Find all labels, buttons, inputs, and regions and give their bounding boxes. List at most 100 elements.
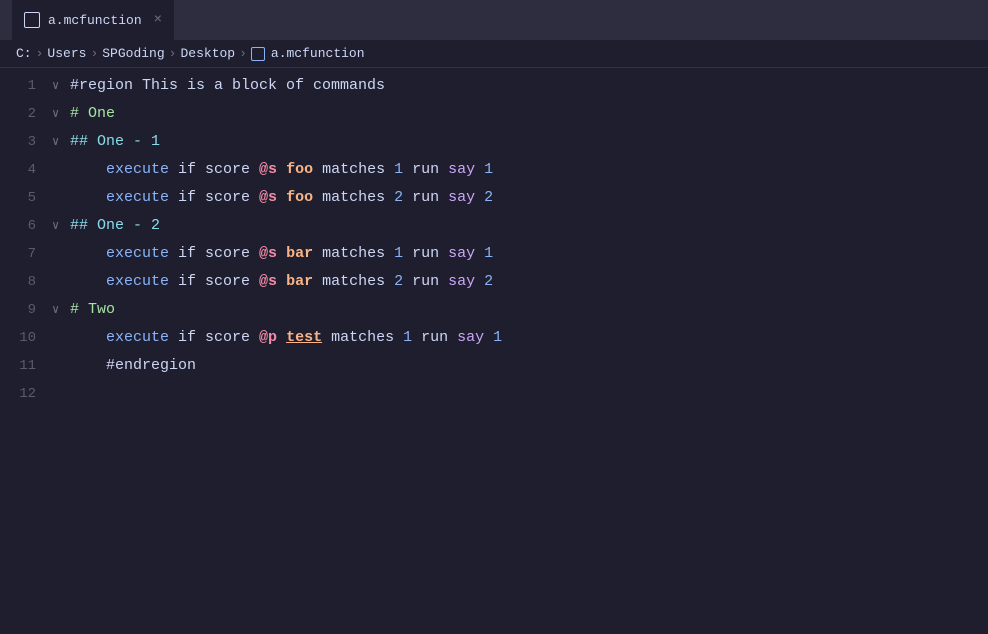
editor: 1∨#region This is a block of commands2∨#… — [0, 68, 988, 634]
line-number: 4 — [0, 157, 52, 183]
title-bar: a.mcfunction × — [0, 0, 988, 40]
token — [475, 161, 484, 178]
token: if score — [169, 245, 259, 262]
token: run — [403, 273, 448, 290]
breadcrumb-sep-2: › — [90, 46, 98, 61]
line-number: 2 — [0, 101, 52, 127]
token: ## One - 2 — [70, 217, 160, 234]
editor-line: 11 #endregion — [0, 352, 988, 380]
token: 1 — [484, 245, 493, 262]
breadcrumb-c: C: — [16, 46, 32, 61]
line-content: execute if score @s bar matches 1 run sa… — [70, 241, 988, 267]
token: run — [412, 329, 457, 346]
token: foo — [286, 161, 313, 178]
token: execute — [70, 245, 169, 262]
line-number: 12 — [0, 381, 52, 407]
editor-line: 8 execute if score @s bar matches 2 run … — [0, 268, 988, 296]
breadcrumb-spgoding: SPGoding — [102, 46, 164, 61]
token: 1 — [394, 161, 403, 178]
fold-arrow[interactable]: ∨ — [52, 297, 70, 323]
token: 2 — [394, 273, 403, 290]
line-number: 1 — [0, 73, 52, 99]
line-number: 8 — [0, 269, 52, 295]
token: #endregion — [70, 357, 196, 374]
editor-line: 10 execute if score @p test matches 1 ru… — [0, 324, 988, 352]
token: test — [286, 329, 322, 346]
token: say — [457, 329, 484, 346]
breadcrumb-file-icon — [251, 47, 265, 61]
token: matches — [313, 189, 394, 206]
tab-close-button[interactable]: × — [154, 12, 162, 28]
token: @s — [259, 189, 277, 206]
token: matches — [313, 245, 394, 262]
line-content: execute if score @s foo matches 1 run sa… — [70, 157, 988, 183]
token — [277, 329, 286, 346]
line-number: 10 — [0, 325, 52, 351]
editor-line: 7 execute if score @s bar matches 1 run … — [0, 240, 988, 268]
token — [484, 329, 493, 346]
token: 1 — [394, 245, 403, 262]
token: execute — [70, 329, 169, 346]
editor-tab[interactable]: a.mcfunction × — [12, 0, 174, 40]
token — [475, 189, 484, 206]
token: ## One - 1 — [70, 133, 160, 150]
fold-arrow[interactable]: ∨ — [52, 101, 70, 127]
breadcrumb-sep-4: › — [239, 46, 247, 61]
token: say — [448, 189, 475, 206]
token: run — [403, 189, 448, 206]
editor-line: 5 execute if score @s foo matches 2 run … — [0, 184, 988, 212]
token: say — [448, 245, 475, 262]
token: #region This is a block of commands — [70, 77, 385, 94]
token — [475, 245, 484, 262]
token: 2 — [394, 189, 403, 206]
token: 1 — [484, 161, 493, 178]
breadcrumb-filename: a.mcfunction — [271, 46, 365, 61]
line-number: 6 — [0, 213, 52, 239]
token: 1 — [493, 329, 502, 346]
editor-line: 2∨# One — [0, 100, 988, 128]
fold-arrow[interactable]: ∨ — [52, 73, 70, 99]
line-content: ## One - 2 — [70, 213, 988, 239]
token: if score — [169, 161, 259, 178]
token: 2 — [484, 189, 493, 206]
line-content: execute if score @s bar matches 2 run sa… — [70, 269, 988, 295]
token: @s — [259, 161, 277, 178]
token: matches — [313, 161, 394, 178]
token: say — [448, 273, 475, 290]
token — [277, 273, 286, 290]
token: say — [448, 161, 475, 178]
token: 1 — [403, 329, 412, 346]
line-number: 9 — [0, 297, 52, 323]
token: run — [403, 245, 448, 262]
editor-line: 6∨## One - 2 — [0, 212, 988, 240]
token: if score — [169, 329, 259, 346]
breadcrumb: C: › Users › SPGoding › Desktop › a.mcfu… — [0, 40, 988, 68]
token — [277, 161, 286, 178]
editor-line: 1∨#region This is a block of commands — [0, 72, 988, 100]
token: matches — [313, 273, 394, 290]
token: execute — [70, 189, 169, 206]
line-number: 11 — [0, 353, 52, 379]
tab-filename: a.mcfunction — [48, 13, 142, 28]
line-number: 7 — [0, 241, 52, 267]
token: @s — [259, 245, 277, 262]
token: execute — [70, 273, 169, 290]
editor-line: 12 — [0, 380, 988, 408]
token: bar — [286, 245, 313, 262]
token: bar — [286, 273, 313, 290]
token — [277, 189, 286, 206]
token: # Two — [70, 301, 115, 318]
line-content: #endregion — [70, 353, 988, 379]
breadcrumb-sep-3: › — [169, 46, 177, 61]
token: @p — [259, 329, 277, 346]
line-number: 5 — [0, 185, 52, 211]
line-content: execute if score @p test matches 1 run s… — [70, 325, 988, 351]
token: run — [403, 161, 448, 178]
editor-line: 9∨# Two — [0, 296, 988, 324]
token: foo — [286, 189, 313, 206]
fold-arrow[interactable]: ∨ — [52, 213, 70, 239]
editor-line: 3∨## One - 1 — [0, 128, 988, 156]
fold-arrow[interactable]: ∨ — [52, 129, 70, 155]
token — [277, 245, 286, 262]
token: execute — [70, 161, 169, 178]
